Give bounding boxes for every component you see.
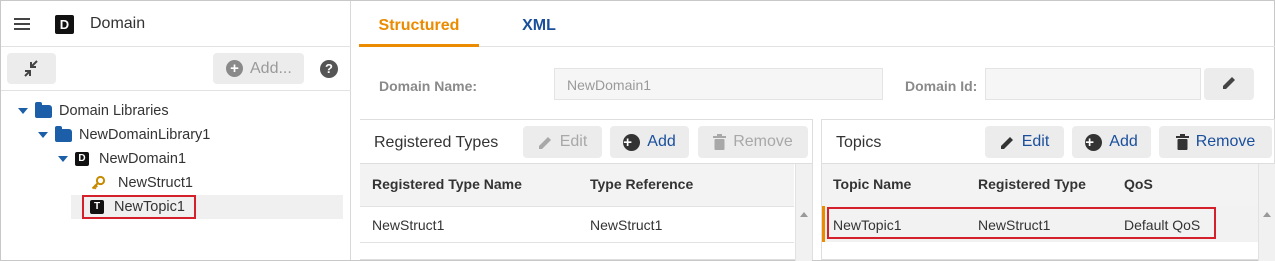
tab-structured[interactable]: Structured — [359, 1, 479, 47]
button-label: Remove — [733, 133, 793, 150]
tree-item-label: NewDomain1 — [99, 151, 187, 167]
button-label: Add — [647, 133, 676, 150]
column-header[interactable]: Registered Type — [978, 176, 1086, 192]
domain-editor-window: D Domain + Add... ? Domain Libraries New… — [0, 0, 1275, 261]
chevron-down-icon[interactable] — [58, 156, 68, 162]
topics-header: Topics Edit + Add Remove — [822, 120, 1274, 164]
trash-icon — [1175, 134, 1189, 150]
plus-circle-icon: + — [623, 133, 641, 151]
section-title: Topics — [836, 134, 882, 151]
table-cell[interactable]: NewStruct1 — [372, 217, 444, 233]
domain-id-label: Domain Id: — [905, 78, 978, 94]
chevron-down-icon[interactable] — [18, 108, 28, 114]
registered-types-section: Registered Types Edit + Add Remove Regis… — [360, 119, 813, 261]
domain-tree-panel: D Domain + Add... ? Domain Libraries New… — [1, 1, 351, 260]
vertical-scrollbar[interactable] — [1258, 164, 1275, 261]
folder-open-icon — [55, 125, 72, 142]
left-panel-header: D Domain — [1, 1, 351, 47]
button-label: Edit — [1021, 133, 1050, 150]
editor-tabs: Structured XML — [359, 1, 1275, 47]
add-topic-button[interactable]: + Add — [1072, 126, 1151, 158]
menu-icon[interactable] — [14, 17, 32, 31]
scroll-up-icon[interactable] — [800, 212, 808, 217]
add-button[interactable]: + Add... — [213, 53, 304, 84]
divider — [360, 206, 794, 207]
panel-title: Domain — [90, 15, 146, 32]
domain-name-field[interactable]: NewDomain1 — [554, 68, 883, 100]
pencil-icon — [1000, 136, 1013, 149]
add-type-button[interactable]: + Add — [610, 126, 689, 158]
column-header[interactable]: Registered Type Name — [372, 176, 522, 192]
collapse-icon — [24, 60, 38, 77]
column-header[interactable]: Topic Name — [833, 176, 911, 192]
plus-circle-icon: + — [1085, 133, 1103, 151]
remove-type-button[interactable]: Remove — [698, 126, 808, 158]
tree-item-struct[interactable]: NewStruct1 — [90, 172, 193, 194]
divider — [360, 242, 794, 243]
tree-item-label: Domain Libraries — [59, 103, 169, 119]
plus-circle-icon: + — [226, 60, 243, 77]
tree-item-label: NewDomainLibrary1 — [79, 127, 211, 143]
scroll-up-icon[interactable] — [1263, 212, 1271, 217]
divider — [1, 90, 351, 91]
trash-icon — [713, 134, 727, 150]
domain-name-label: Domain Name: — [379, 78, 478, 94]
domain-icon: D — [75, 152, 89, 166]
tree-item-domain-library[interactable]: NewDomainLibrary1 — [38, 124, 210, 146]
chevron-down-icon[interactable] — [38, 132, 48, 138]
table-cell[interactable]: NewStruct1 — [590, 217, 662, 233]
section-title: Registered Types — [374, 134, 499, 151]
pencil-icon — [1223, 77, 1235, 89]
tree-item-label: NewStruct1 — [118, 175, 193, 191]
remove-topic-button[interactable]: Remove — [1159, 126, 1272, 158]
tab-xml[interactable]: XML — [479, 1, 599, 47]
edit-domain-id-button[interactable] — [1204, 68, 1254, 100]
selection-highlight-box — [82, 195, 196, 219]
vertical-scrollbar[interactable] — [795, 164, 812, 261]
domain-icon: D — [55, 15, 74, 34]
column-header[interactable]: QoS — [1124, 176, 1153, 192]
button-label: Remove — [1195, 133, 1256, 150]
collapse-all-button[interactable] — [7, 53, 56, 84]
help-icon[interactable]: ? — [320, 60, 338, 78]
button-label: Add — [1109, 133, 1138, 150]
tree-item-domain-libraries[interactable]: Domain Libraries — [18, 100, 169, 122]
column-header[interactable]: Type Reference — [590, 176, 693, 192]
edit-topic-button[interactable]: Edit — [985, 126, 1064, 158]
folder-open-icon — [35, 101, 52, 118]
selection-highlight-box — [827, 207, 1216, 239]
topics-section: Topics Edit + Add Remove Topic Name Regi… — [821, 119, 1275, 261]
tree-item-domain[interactable]: D NewDomain1 — [58, 148, 186, 170]
domain-id-field[interactable] — [985, 68, 1201, 100]
registered-types-header: Registered Types Edit + Add Remove — [360, 120, 812, 164]
edit-type-button[interactable]: Edit — [523, 126, 602, 158]
add-button-label: Add... — [250, 60, 292, 77]
pencil-icon — [538, 136, 551, 149]
button-label: Edit — [559, 133, 588, 150]
key-icon — [91, 175, 106, 190]
